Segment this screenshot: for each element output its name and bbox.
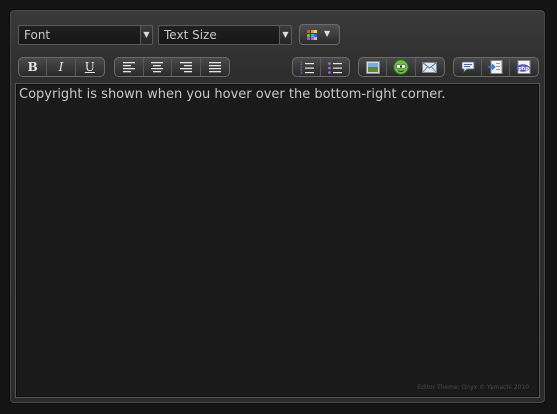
- align-right-icon: [179, 61, 192, 72]
- text-size-select-value: Text Size: [164, 28, 217, 42]
- bold-button[interactable]: B: [19, 58, 48, 76]
- svg-text:php: php: [519, 66, 530, 72]
- editor-text: Copyright is shown when you hover over t…: [19, 87, 446, 102]
- italic-label: I: [58, 60, 64, 74]
- format-group: php: [453, 57, 539, 77]
- php-button[interactable]: php: [510, 58, 538, 76]
- font-select-arrow[interactable]: ▼: [140, 25, 153, 45]
- underline-button[interactable]: U: [76, 58, 104, 76]
- text-size-select-arrow[interactable]: ▼: [279, 25, 292, 45]
- code-icon: [488, 60, 503, 74]
- svg-text:3: 3: [300, 70, 303, 74]
- insert-image-icon: [365, 60, 380, 74]
- ordered-list-icon: 1 2 3: [300, 61, 314, 74]
- quote-button[interactable]: [454, 58, 483, 76]
- italic-button[interactable]: I: [47, 58, 76, 76]
- font-select[interactable]: Font: [18, 25, 146, 45]
- alignment-group: [114, 57, 230, 77]
- align-left-button[interactable]: [115, 58, 144, 76]
- unordered-list-icon: [328, 61, 342, 74]
- emoticon-button[interactable]: [387, 58, 416, 76]
- justify-button[interactable]: [201, 58, 229, 76]
- ordered-list-button[interactable]: 1 2 3: [293, 58, 322, 76]
- align-justify-icon: [208, 61, 221, 72]
- email-icon: [422, 61, 438, 73]
- align-right-button[interactable]: [172, 58, 201, 76]
- code-button[interactable]: [482, 58, 510, 76]
- chevron-down-icon: ▼: [324, 29, 331, 38]
- list-group: 1 2 3: [292, 57, 350, 77]
- theme-credit: Editor Theme: Onyx © Yamachi 2010: [417, 384, 529, 391]
- bold-label: B: [27, 60, 38, 74]
- unordered-list-button[interactable]: [321, 58, 349, 76]
- text-style-group: B I U: [18, 57, 105, 77]
- underline-label: U: [84, 60, 95, 74]
- editor-panel: Font ▼ Text Size ▼ ▼ B I U 1 2 3 php Cop…: [10, 10, 545, 403]
- editor-content-area[interactable]: Copyright is shown when you hover over t…: [15, 83, 540, 398]
- color-palette-icon: [307, 30, 317, 40]
- quote-bubble-icon: [461, 61, 475, 73]
- font-color-button[interactable]: ▼: [299, 24, 340, 45]
- text-size-select[interactable]: Text Size: [158, 25, 280, 45]
- insert-group: [358, 57, 445, 77]
- align-center-button[interactable]: [144, 58, 172, 76]
- align-left-icon: [122, 61, 135, 72]
- insert-image-button[interactable]: [359, 58, 388, 76]
- email-button[interactable]: [416, 58, 444, 76]
- font-select-value: Font: [24, 28, 51, 42]
- emoticon-icon: [393, 59, 409, 75]
- align-center-icon: [151, 61, 164, 72]
- php-icon: php: [516, 60, 531, 74]
